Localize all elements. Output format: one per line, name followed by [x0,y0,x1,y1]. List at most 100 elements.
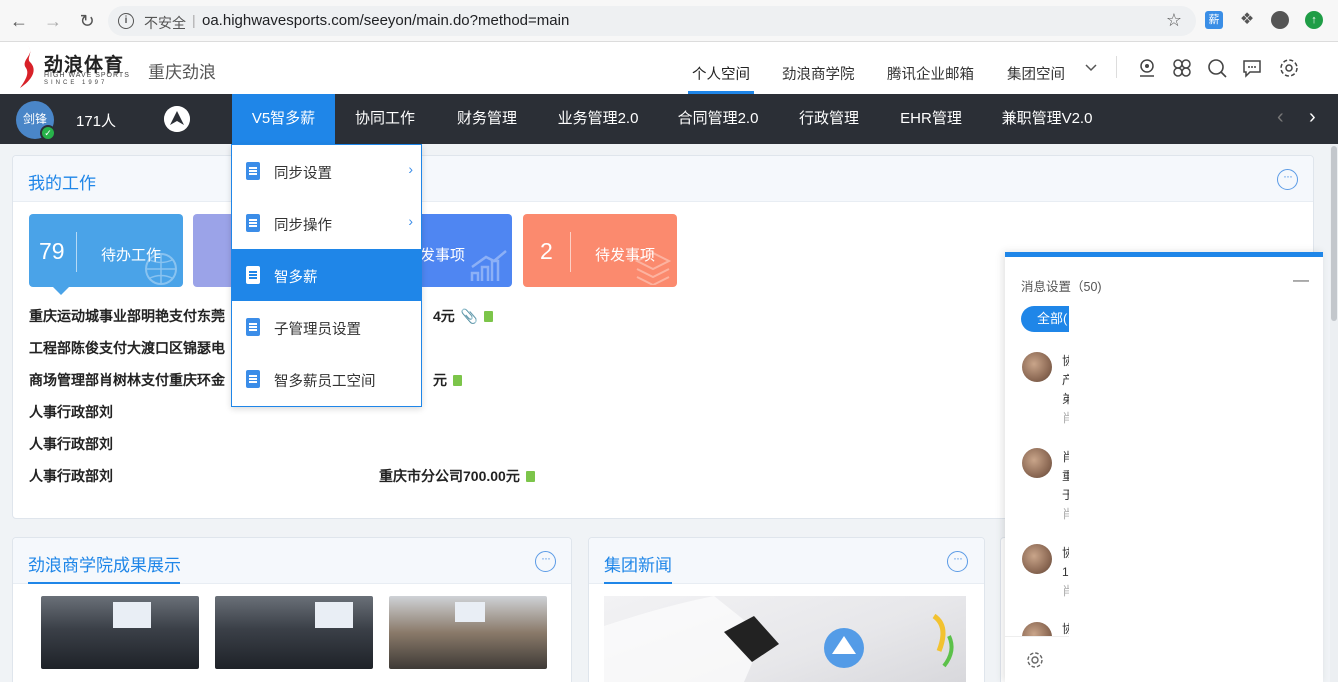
menu-item-zhiduoxin[interactable]: 智多薪 [232,249,421,301]
work-row[interactable]: 人事行政部刘 [29,434,113,454]
news-photo[interactable] [604,596,966,682]
title-underline [28,582,180,584]
tab-all-messages[interactable]: 全部( [1021,306,1069,332]
nav-prev-icon[interactable]: ‹ [1277,106,1284,129]
chat-icon[interactable] [1241,57,1263,79]
nav-administration[interactable]: 行政管理 [792,94,866,144]
reload-icon[interactable]: ↻ [76,10,98,32]
amount-text: 元 [433,372,447,388]
stack-icon [634,251,672,285]
tab-tencent-mail[interactable]: 腾讯企业邮箱 [887,63,974,84]
work-row-amount[interactable]: 4元 📎 [433,306,494,326]
chevron-right-icon: › [408,213,413,229]
doc-icon [484,311,494,322]
tab-group-space[interactable]: 集团空间 [1007,63,1065,84]
academy-photo[interactable] [41,596,199,669]
header-divider [1116,56,1117,78]
nav-finance[interactable]: 财务管理 [448,94,526,144]
globe-icon [145,253,177,285]
nav-v5-zhiduoxin[interactable]: V5智多薪 [232,94,335,144]
nav-collaboration[interactable]: 协同工作 [346,94,424,144]
my-work-title: 我的工作 [28,174,96,193]
extension-xin-icon[interactable]: 薪 [1205,11,1223,29]
card-pending-send[interactable]: 2 待发事项 [523,214,677,287]
profile-icon[interactable] [1271,11,1289,29]
message-panel-accent [1005,252,1323,257]
tshirt-image [604,596,954,682]
nav-business-2[interactable]: 业务管理2.0 [552,94,644,144]
page-scrollbar[interactable] [1330,144,1338,682]
apps-icon[interactable] [1171,57,1193,79]
logo-english: HIGH WAVE SPORTS [44,72,130,79]
minimize-icon[interactable]: — [1293,272,1309,290]
more-icon[interactable]: ··· [947,551,968,572]
menu-item-sub-admin[interactable]: 子管理员设置 [232,301,421,353]
avatar[interactable]: 剑锋 ✓ [16,101,56,141]
forward-icon[interactable]: → [42,10,64,32]
main-navbar: 剑锋 ✓ 171人 V5智多薪 协同工作 财务管理 业务管理2.0 合同管理2.… [0,94,1338,144]
document-icon [246,162,260,180]
insecure-label: 不安全 [144,15,186,31]
card-sent-label: 发事项 [420,247,466,264]
academy-photo[interactable] [389,596,547,669]
info-icon[interactable]: i [118,13,134,29]
card-divider [570,232,571,272]
academy-photo[interactable] [215,596,373,669]
work-row[interactable]: 商场管理部肖树林支付重庆环金 [29,370,225,390]
sender-avatar[interactable] [1022,448,1052,478]
nav-ehr[interactable]: EHR管理 [892,94,970,144]
address-bar[interactable]: i 不安全 | oa.highwavesports.com/seeyon/mai… [108,6,1196,36]
work-row[interactable]: 人事行政部刘 [29,402,113,422]
work-row[interactable]: 工程部陈俊支付大渡口区锦瑟电 [29,338,225,358]
scrollbar-thumb[interactable] [1331,146,1337,321]
work-row[interactable]: 人事行政部刘 [29,466,113,486]
menu-item-label: 同步操作 [274,218,332,234]
puzzle-icon[interactable]: ❖ [1238,11,1256,29]
document-icon [246,214,260,232]
my-work-header: 我的工作 ··· [13,156,1313,202]
logo-since: SINCE 1997 [44,80,108,86]
chevron-down-icon[interactable] [1084,61,1098,75]
online-count[interactable]: 171人 [76,110,116,131]
nav-next-icon[interactable]: › [1309,106,1316,129]
academy-header: 劲浪商学院成果展示 ··· [13,538,571,584]
message-settings-title[interactable]: 消息设置（50) [1021,276,1102,295]
more-icon[interactable]: ··· [535,551,556,572]
menu-item-label: 智多薪员工空间 [274,374,376,390]
avatar-text: 剑锋 [22,112,47,126]
sender-avatar[interactable] [1022,352,1052,382]
sender-avatar[interactable] [1022,544,1052,574]
more-icon[interactable]: ··· [1277,169,1298,190]
nav-contract-2[interactable]: 合同管理2.0 [672,94,764,144]
work-row-amount[interactable]: 元 [433,370,462,390]
chevron-right-icon: › [408,161,413,177]
gear-icon[interactable] [1025,650,1045,670]
bookmark-star-icon[interactable]: ☆ [1166,10,1182,31]
location-icon[interactable] [1136,57,1158,79]
work-row-amount[interactable]: 重庆市分公司700.00元 [379,466,535,486]
card-pointer [53,287,69,295]
card-todo[interactable]: 79 待办工作 [29,214,183,287]
app-logo-icon[interactable] [164,106,190,132]
amount-text: 重庆市分公司700.00元 [379,468,520,484]
tab-academy[interactable]: 劲浪商学院 [782,63,855,84]
gear-icon[interactable] [1278,57,1300,79]
back-icon[interactable]: ← [8,10,30,32]
search-icon[interactable] [1206,57,1228,79]
attachment-icon: 📎 [460,308,479,324]
logo-flame-icon [20,46,34,88]
news-header: 集团新闻 ··· [589,538,984,584]
update-icon[interactable]: ↑ [1305,11,1323,29]
message-panel: 消息设置（50) — 全部( 协 产 弟 肖 肖 重 于 肖 协 1 肖 协 [1005,252,1323,682]
company-name: 重庆劲浪 [148,63,216,82]
work-row[interactable]: 重庆运动城事业部明艳支付东莞 [29,306,225,326]
title-underline [604,582,672,584]
nav-parttime-v2[interactable]: 兼职管理V2.0 [996,94,1098,144]
tab-personal-space[interactable]: 个人空间 [688,63,754,94]
menu-item-sync-settings[interactable]: 同步设置 › [232,145,421,197]
card-pending-count: 2 [540,238,553,264]
browser-toolbar: ← → ↻ i 不安全 | oa.highwavesports.com/seey… [0,0,1338,42]
menu-item-sync-operation[interactable]: 同步操作 › [232,197,421,249]
menu-item-employee-space[interactable]: 智多薪员工空间 [232,353,421,405]
url-text[interactable]: oa.highwavesports.com/seeyon/main.do?met… [202,12,569,29]
